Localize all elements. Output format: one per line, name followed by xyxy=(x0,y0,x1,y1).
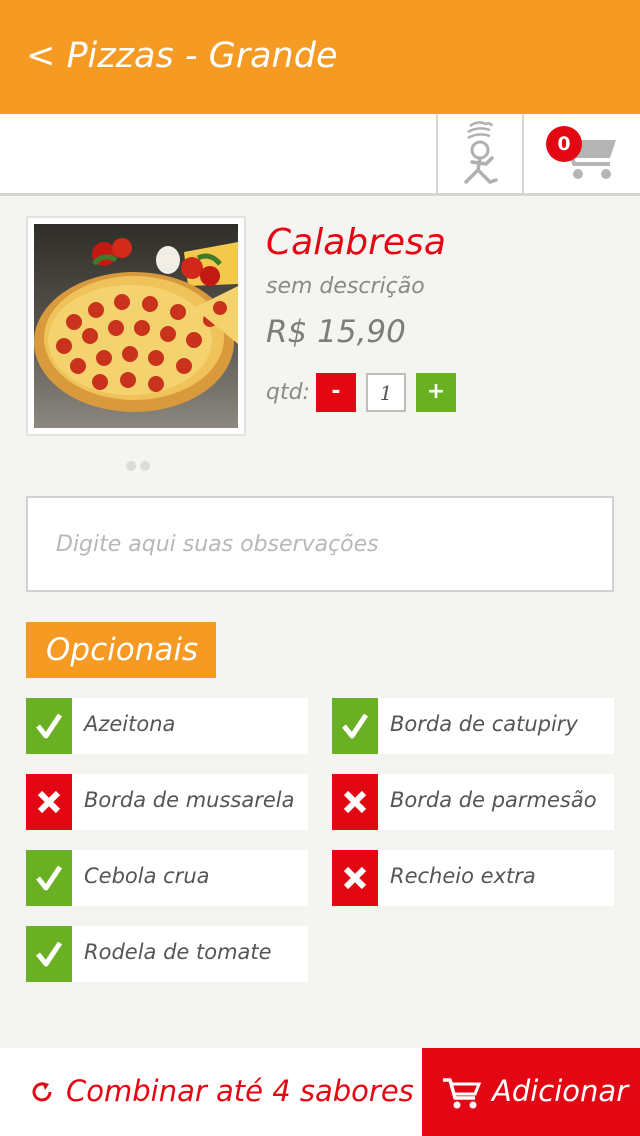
option-cebola-crua[interactable]: Cebola crua xyxy=(26,850,308,906)
check-icon xyxy=(36,865,63,891)
options-title: Opcionais xyxy=(26,622,216,678)
x-icon xyxy=(343,790,367,814)
check-icon xyxy=(36,941,63,967)
product-name: Calabresa xyxy=(266,222,446,263)
toolbar: 0 xyxy=(0,114,640,196)
option-label: Borda de mussarela xyxy=(84,788,295,812)
option-checkbox[interactable] xyxy=(26,850,72,906)
check-icon xyxy=(342,713,369,739)
quantity-input[interactable] xyxy=(366,373,406,412)
chef-button[interactable] xyxy=(436,114,522,193)
quantity-label: qtd: xyxy=(266,380,310,405)
product-price: R$ 15,90 xyxy=(266,314,406,350)
option-rodela-tomate[interactable]: Rodela de tomate xyxy=(26,926,308,982)
combine-flavors-label: Combinar até 4 sabores xyxy=(66,1074,414,1108)
pager-dot[interactable] xyxy=(126,461,136,471)
option-label: Borda de catupiry xyxy=(390,712,578,736)
option-borda-catupiry[interactable]: Borda de catupiry xyxy=(332,698,614,754)
x-icon xyxy=(37,790,61,814)
option-azeitona[interactable]: Azeitona xyxy=(26,698,308,754)
option-checkbox[interactable] xyxy=(26,774,72,830)
top-bar: < Pizzas - Grande xyxy=(0,0,640,114)
product-description: sem descrição xyxy=(266,274,425,299)
back-button[interactable]: < Pizzas - Grande xyxy=(26,36,337,76)
image-pager[interactable] xyxy=(126,456,154,475)
option-label: Azeitona xyxy=(84,712,176,736)
option-checkbox[interactable] xyxy=(332,850,378,906)
option-checkbox[interactable] xyxy=(26,926,72,982)
refresh-icon xyxy=(32,1082,52,1102)
x-icon xyxy=(343,866,367,890)
bottom-bar: Combinar até 4 sabores Adicionar xyxy=(0,1048,640,1136)
observations-input[interactable] xyxy=(26,496,614,592)
cart-button[interactable]: 0 xyxy=(522,114,640,193)
pizza-photo xyxy=(34,224,238,428)
option-checkbox[interactable] xyxy=(332,774,378,830)
add-to-cart-button[interactable]: Adicionar xyxy=(422,1048,640,1136)
cart-count-badge: 0 xyxy=(546,126,582,162)
cart-icon xyxy=(443,1078,482,1109)
option-borda-parmesao[interactable]: Borda de parmesão xyxy=(332,774,614,830)
option-label: Borda de parmesão xyxy=(390,788,597,812)
check-icon xyxy=(36,713,63,739)
combine-flavors-button[interactable]: Combinar até 4 sabores xyxy=(0,1048,422,1136)
option-borda-mussarela[interactable]: Borda de mussarela xyxy=(26,774,308,830)
option-label: Rodela de tomate xyxy=(84,940,272,964)
increase-quantity-button[interactable]: + xyxy=(416,373,456,412)
option-recheio-extra[interactable]: Recheio extra xyxy=(332,850,614,906)
delivery-chef-icon xyxy=(464,121,498,185)
option-label: Cebola crua xyxy=(84,864,210,888)
pager-dot[interactable] xyxy=(140,461,150,471)
option-label: Recheio extra xyxy=(390,864,536,888)
decrease-quantity-button[interactable]: - xyxy=(316,373,356,412)
option-checkbox[interactable] xyxy=(332,698,378,754)
add-to-cart-label: Adicionar xyxy=(492,1074,629,1108)
option-checkbox[interactable] xyxy=(26,698,72,754)
product-image[interactable] xyxy=(26,216,246,436)
